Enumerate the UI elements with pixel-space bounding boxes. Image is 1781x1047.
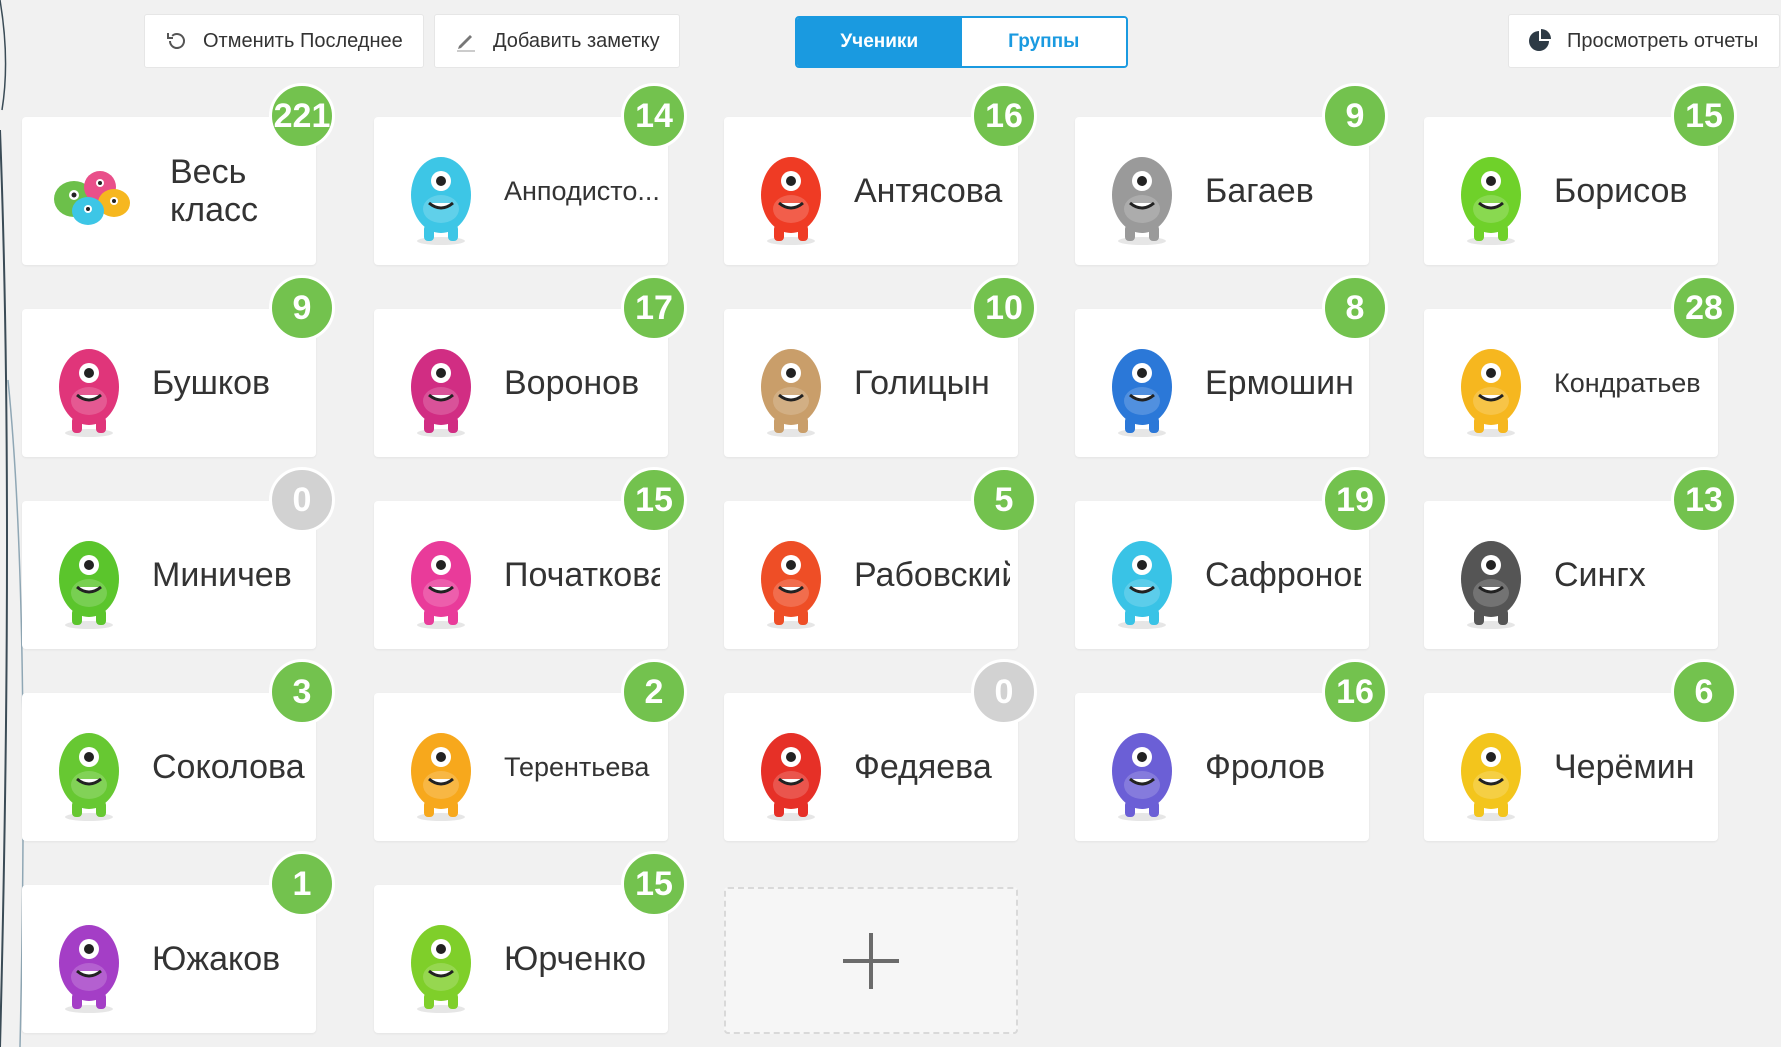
magenta-monster-avatar (396, 329, 486, 441)
yellow-octopus-monster-avatar (1446, 713, 1536, 825)
cow-monster-avatar (746, 329, 836, 441)
student-card[interactable]: Черёмин (1424, 693, 1718, 841)
points-badge: 0 (971, 659, 1037, 725)
purple-spotted-monster-avatar (1097, 713, 1187, 825)
points-badge: 15 (621, 851, 687, 917)
student-card[interactable]: Рабовский (724, 501, 1018, 649)
points-badge: 19 (1322, 467, 1388, 533)
green-fanged-monster-avatar (44, 521, 134, 633)
points-badge: 6 (1671, 659, 1737, 725)
student-card[interactable]: Южаков (22, 885, 316, 1033)
purple-octopus-monster-avatar (44, 905, 134, 1017)
points-badge: 13 (1671, 467, 1737, 533)
student-card[interactable]: Сингх (1424, 501, 1718, 649)
student-card[interactable]: Антясова (724, 117, 1018, 265)
points-badge: 9 (1322, 83, 1388, 149)
student-card[interactable]: Початкова (374, 501, 668, 649)
points-badge: 9 (269, 275, 335, 341)
cyan-monster-avatar (396, 137, 486, 249)
points-badge: 8 (1322, 275, 1388, 341)
points-badge: 2 (621, 659, 687, 725)
points-badge: 14 (621, 83, 687, 149)
orange-monster-avatar (746, 521, 836, 633)
points-badge: 3 (269, 659, 335, 725)
student-card[interactable]: Кондратьев (1424, 309, 1718, 457)
student-card[interactable]: Ермошин (1075, 309, 1369, 457)
student-card[interactable]: Анподисто... (374, 117, 668, 265)
student-card[interactable]: Соколова (22, 693, 316, 841)
student-card[interactable]: Терентьева (374, 693, 668, 841)
lime-monster-avatar (396, 905, 486, 1017)
yellow-monster-avatar (1446, 329, 1536, 441)
dark-gray-monster-avatar (1446, 521, 1536, 633)
student-card[interactable]: Багаев (1075, 117, 1369, 265)
student-card[interactable]: Весь класс (22, 117, 316, 265)
student-card[interactable]: Юрченко (374, 885, 668, 1033)
add-student-button[interactable] (724, 887, 1018, 1034)
pink-furry-monster-avatar (396, 521, 486, 633)
points-badge: 221 (269, 83, 335, 149)
student-card[interactable]: Фролов (1075, 693, 1369, 841)
whole-class-monsters-avatar (44, 137, 134, 249)
points-badge: 15 (1671, 83, 1737, 149)
points-badge: 16 (1322, 659, 1388, 725)
plus-icon (843, 932, 899, 989)
red-penguin-monster-avatar (746, 713, 836, 825)
light-blue-monster-avatar (1097, 521, 1187, 633)
points-badge: 0 (269, 467, 335, 533)
student-card[interactable]: Борисов (1424, 117, 1718, 265)
green-three-eyed-monster-avatar (44, 713, 134, 825)
points-badge: 16 (971, 83, 1037, 149)
student-card[interactable]: Бушков (22, 309, 316, 457)
points-badge: 5 (971, 467, 1037, 533)
student-card[interactable]: Миничев (22, 501, 316, 649)
points-badge: 28 (1671, 275, 1737, 341)
blue-monster-avatar (1097, 329, 1187, 441)
student-card[interactable]: Сафронов (1075, 501, 1369, 649)
yellow-cyclops-monster-avatar (396, 713, 486, 825)
student-card[interactable]: Федяева (724, 693, 1018, 841)
points-badge: 1 (269, 851, 335, 917)
gray-cow-monster-avatar (1097, 137, 1187, 249)
green-alien-monster-avatar (1446, 137, 1536, 249)
points-badge: 15 (621, 467, 687, 533)
red-monster-avatar (746, 137, 836, 249)
points-badge: 10 (971, 275, 1037, 341)
student-card[interactable]: Воронов (374, 309, 668, 457)
student-card[interactable]: Голицын (724, 309, 1018, 457)
points-badge: 17 (621, 275, 687, 341)
pink-cyclops-monster-avatar (44, 329, 134, 441)
